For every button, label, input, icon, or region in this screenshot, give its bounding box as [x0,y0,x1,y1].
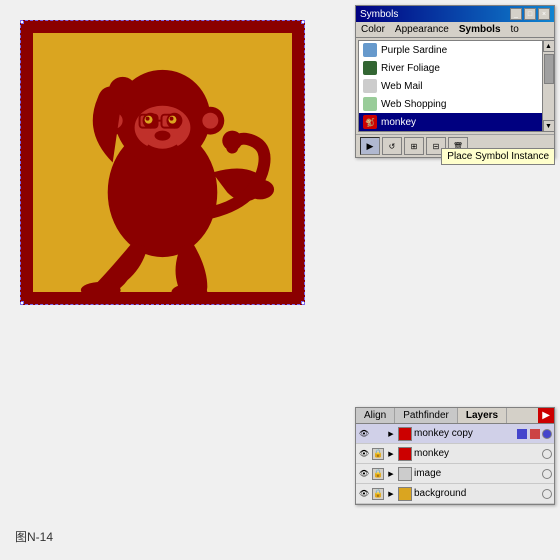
expand-monkey[interactable]: ▶ [386,449,396,459]
symbol-web-mail[interactable]: Web Mail [359,77,551,95]
lock-image[interactable]: 🔒 [372,468,384,480]
layers-menu-arrow[interactable]: ▶ [538,408,554,423]
circle-monkey [542,449,552,459]
name-image: image [414,468,540,479]
thumb-monkey-copy [398,427,412,441]
layers-list: 👁 ▶ monkey copy 👁 🔒 ▶ monkey 👁 🔒 ▶ image [356,424,554,504]
figure-label: 图N-14 [15,528,53,545]
sardine-icon [363,43,377,57]
thumb-image [398,467,412,481]
place-symbol-button[interactable]: ▶ [360,137,380,155]
close-button[interactable]: × [538,8,550,20]
menu-appearance[interactable]: Appearance [390,23,454,36]
symbol-river-foliage[interactable]: River Foliage [359,59,551,77]
handle-tr[interactable] [301,20,305,24]
color2-monkey-copy [530,429,540,439]
symbols-titlebar: Symbols _ □ × [356,6,554,22]
size-button[interactable]: ⊞ [404,137,424,155]
eye-background[interactable]: 👁 [358,488,370,500]
lock-background[interactable]: 🔒 [372,488,384,500]
maximize-button[interactable]: □ [524,8,536,20]
layers-tabs: Align Pathfinder Layers ▶ [356,408,554,424]
handle-bl[interactable] [20,301,24,305]
layer-row-monkey[interactable]: 👁 🔒 ▶ monkey [356,444,554,464]
place-symbol-tooltip: Place Symbol Instance [441,148,555,165]
thumb-monkey [398,447,412,461]
symbols-scrollbar[interactable]: ▲ ▼ [542,40,554,132]
symbol-purple-sardine[interactable]: Purple Sardine [359,41,551,59]
tab-layers[interactable]: Layers [458,408,507,423]
symbols-list: Purple Sardine River Foliage Web Mail We… [358,40,552,132]
name-monkey: monkey [414,448,540,459]
figure-label-text: 图N-14 [15,530,53,544]
mail-label: Web Mail [381,81,423,92]
name-monkey-copy: monkey copy [414,428,515,439]
eye-monkey[interactable]: 👁 [358,448,370,460]
minimize-button[interactable]: _ [510,8,522,20]
canvas-area [10,10,330,330]
symbol-monkey[interactable]: 🐒 monkey [359,113,551,131]
circle-background [542,489,552,499]
thumb-background [398,487,412,501]
menu-color[interactable]: Color [356,23,390,36]
circle-image [542,469,552,479]
layer-row-monkey-copy[interactable]: 👁 ▶ monkey copy [356,424,554,444]
scroll-down-arrow[interactable]: ▼ [543,120,555,132]
color-monkey-copy [517,429,527,439]
titlebar-controls: _ □ × [510,8,550,20]
circle-monkey-copy [542,429,552,439]
rotate-button[interactable]: ↺ [382,137,402,155]
shopping-icon [363,97,377,111]
symbols-panel: Symbols _ □ × Color Appearance Symbols t… [355,5,555,158]
menu-symbols[interactable]: Symbols [454,23,506,36]
foliage-icon [363,61,377,75]
tab-pathfinder[interactable]: Pathfinder [395,408,458,423]
symbols-list-container: Purple Sardine River Foliage Web Mail We… [356,40,554,132]
symbols-title: Symbols [360,9,398,20]
shopping-label: Web Shopping [381,99,446,110]
expand-background[interactable]: ▶ [386,489,396,499]
expand-monkey-copy[interactable]: ▶ [386,429,396,439]
layer-row-background[interactable]: 👁 🔒 ▶ background [356,484,554,504]
handle-tl[interactable] [20,20,24,24]
handle-br[interactable] [301,301,305,305]
monkey-icon: 🐒 [363,115,377,129]
foliage-label: River Foliage [381,63,440,74]
eye-image[interactable]: 👁 [358,468,370,480]
layers-panel: Align Pathfinder Layers ▶ 👁 ▶ monkey cop… [355,407,555,505]
monkey-label: monkey [381,117,416,128]
scroll-up-arrow[interactable]: ▲ [543,40,555,52]
tooltip-text: Place Symbol Instance [447,151,549,162]
scroll-thumb[interactable] [544,54,554,84]
sardine-label: Purple Sardine [381,45,447,56]
name-background: background [414,488,540,499]
expand-image[interactable]: ▶ [386,469,396,479]
symbols-menu-bar: Color Appearance Symbols to [356,22,554,38]
artwork [20,20,305,305]
symbol-web-shopping[interactable]: Web Shopping [359,95,551,113]
eye-monkey-copy[interactable]: 👁 [358,428,370,440]
tab-align[interactable]: Align [356,408,395,423]
monkey-svg [33,33,292,292]
mail-icon [363,79,377,93]
lock-monkey-copy[interactable] [372,428,384,440]
menu-to[interactable]: to [506,23,524,36]
artwork-inner [33,33,292,292]
lock-monkey[interactable]: 🔒 [372,448,384,460]
layer-row-image[interactable]: 👁 🔒 ▶ image [356,464,554,484]
